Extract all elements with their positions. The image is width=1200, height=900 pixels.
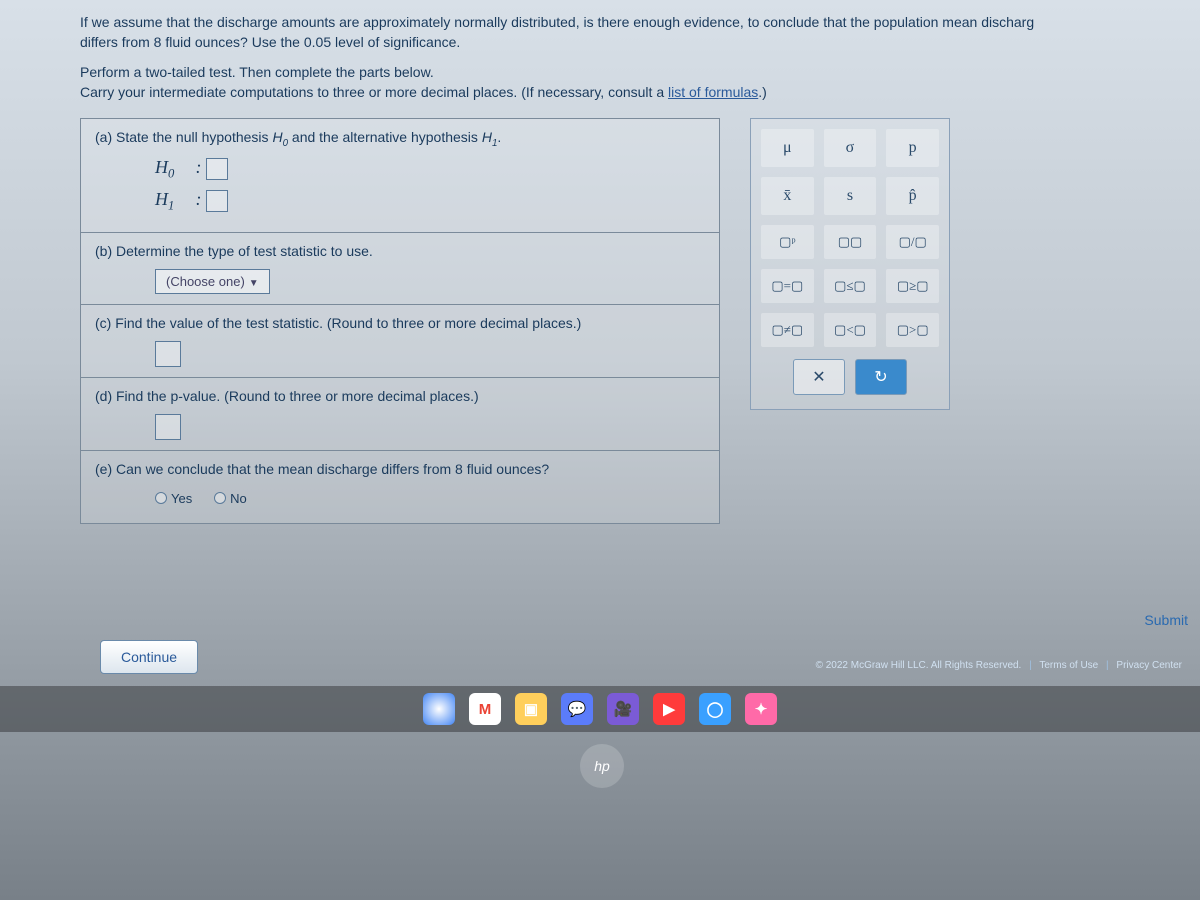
reset-icon: ↻ [874,367,887,387]
terms-link[interactable]: Terms of Use [1039,660,1098,671]
answer-panel: (a) State the null hypothesis H0 and the… [80,118,720,524]
sym-fraction[interactable]: ▢/▢ [886,225,939,259]
taskbar-youtube-icon[interactable]: ▶ [653,693,685,725]
h1-input[interactable] [206,190,228,212]
continue-button[interactable]: Continue [100,640,198,674]
h0-input[interactable] [206,158,228,180]
part-d: (d) Find the p-value. (Round to three or… [81,378,719,451]
part-a: (a) State the null hypothesis H0 and the… [81,119,719,233]
prompt-line2: differs from 8 fluid ounces? Use the 0.0… [80,34,460,50]
sym-s[interactable]: s [824,177,877,215]
part-b: (b) Determine the type of test statistic… [81,233,719,305]
radio-yes[interactable]: Yes [155,491,192,506]
test-statistic-dropdown[interactable]: (Choose one)▼ [155,269,270,294]
h0-row: H0 : [155,157,705,182]
taskbar-video-icon[interactable]: 🎥 [607,693,639,725]
symbol-palette: μ σ p x̄ s p̂ ▢ᵖ ▢▢ ▢/▢ ▢=▢ ▢≤▢ ▢≥▢ ▢≠▢ … [750,118,950,410]
taskbar-gmail-icon[interactable]: M [469,693,501,725]
os-taskbar: M ▣ 💬 🎥 ▶ ◯ ✦ [0,686,1200,732]
palette-reset-button[interactable]: ↻ [855,359,907,395]
footer-legal: © 2022 McGraw Hill LLC. All Rights Reser… [816,660,1182,671]
sym-xbar[interactable]: x̄ [761,177,814,215]
privacy-link[interactable]: Privacy Center [1116,660,1182,671]
prompt-line1: If we assume that the discharge amounts … [80,14,1034,30]
taskbar-chrome-icon[interactable] [423,693,455,725]
sym-phat[interactable]: p̂ [886,177,939,215]
formulas-link[interactable]: list of formulas [668,84,758,100]
sym-subscript[interactable]: ▢▢ [824,225,877,259]
p-value-input[interactable] [155,414,181,440]
sym-mu[interactable]: μ [761,129,814,167]
part-c: (c) Find the value of the test statistic… [81,305,719,378]
radio-no[interactable]: No [214,491,247,506]
sym-power[interactable]: ▢ᵖ [761,225,814,259]
sym-sigma[interactable]: σ [824,129,877,167]
sym-p[interactable]: p [886,129,939,167]
part-e: (e) Can we conclude that the mean discha… [81,451,719,524]
sym-le[interactable]: ▢≤▢ [824,269,877,303]
palette-clear-button[interactable]: ✕ [793,359,845,395]
taskbar-files-icon[interactable]: ▣ [515,693,547,725]
sym-ge[interactable]: ▢≥▢ [886,269,939,303]
sym-eq[interactable]: ▢=▢ [761,269,814,303]
problem-prompt: If we assume that the discharge amounts … [80,14,1170,100]
hp-logo-icon: hp [580,744,624,788]
sym-gt[interactable]: ▢>▢ [886,313,939,347]
h1-row: H1 : [155,189,705,214]
prompt-line4-pre: Carry your intermediate computations to … [80,84,668,100]
prompt-line4-post: .) [758,84,767,100]
chevron-down-icon: ▼ [249,278,259,289]
close-icon: ✕ [812,367,825,387]
taskbar-app2-icon[interactable]: ✦ [745,693,777,725]
taskbar-chat-icon[interactable]: 💬 [561,693,593,725]
taskbar-app1-icon[interactable]: ◯ [699,693,731,725]
sym-lt[interactable]: ▢<▢ [824,313,877,347]
prompt-line3: Perform a two-tailed test. Then complete… [80,64,434,80]
sym-ne[interactable]: ▢≠▢ [761,313,814,347]
submit-button[interactable]: Submit [1144,612,1188,628]
test-statistic-input[interactable] [155,341,181,367]
